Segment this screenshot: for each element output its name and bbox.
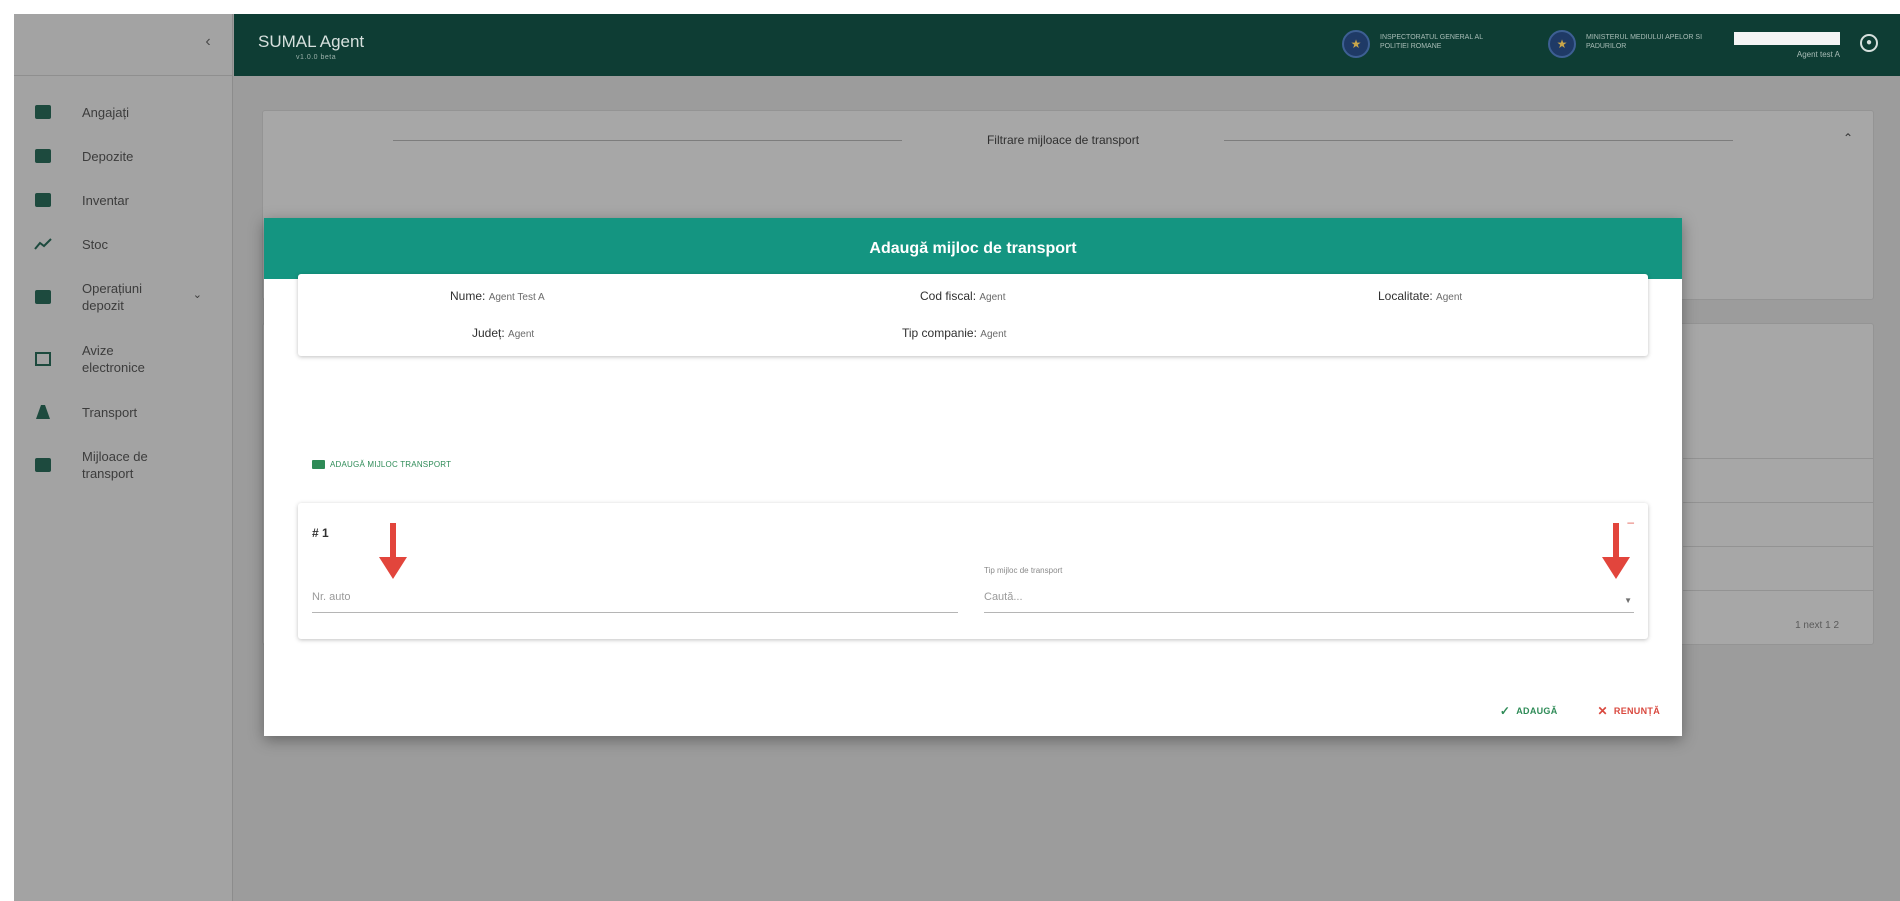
user-name-redacted: [1734, 32, 1840, 45]
divider: [1683, 502, 1873, 503]
entry-number: # 1: [312, 526, 329, 540]
account-icon[interactable]: ●: [1860, 34, 1878, 52]
sidebar-item-label: Stoc: [82, 236, 109, 252]
filter-title: Filtrare mijloace de transport: [972, 133, 1154, 147]
add-vehicle-link-label: ADAUGĂ MIJLOC TRANSPORT: [330, 460, 452, 469]
sidebar-item-angajati[interactable]: Angajați: [14, 90, 232, 134]
vehicle-type-placeholder: Caută...: [984, 591, 1023, 603]
sidebar-item-label: Mijloace de transport: [82, 449, 148, 481]
sidebar-item-label: Depozite: [82, 148, 134, 164]
trend-icon: [34, 236, 52, 252]
vehicle-type-label: Tip mijloc de transport: [984, 566, 1063, 575]
app-version: v1.0.0 beta: [296, 54, 337, 61]
sidebar-item-label: Operațiuni depozit: [82, 281, 142, 313]
chevron-down-icon[interactable]: ⌄: [193, 288, 202, 301]
divider: [1683, 590, 1873, 591]
company-type-label: Tip companie:: [902, 326, 977, 340]
sidebar-item-avize-electronice[interactable]: Avize electronice: [14, 328, 232, 390]
top-bar: SUMAL Agent v1.0.0 beta ★ INSPECTORATUL …: [234, 14, 1900, 76]
filter-title-row: Filtrare mijloace de transport: [393, 133, 1733, 147]
check-icon: ✓: [1499, 704, 1511, 718]
company-city-value: Agent: [1436, 292, 1463, 303]
sidebar-header: ‹: [14, 14, 232, 76]
company-info-card: Nume: Agent Test A Cod fiscal: Agent Loc…: [298, 274, 1648, 356]
remove-entry-button[interactable]: –: [1627, 515, 1634, 529]
company-cif: Cod fiscal: Agent: [920, 289, 1006, 303]
app-window: ‹ Angajați Depozite Inventar Stoc Operaț…: [14, 14, 1900, 901]
caret-down-icon[interactable]: ▼: [1624, 596, 1632, 605]
divider: [1683, 458, 1873, 459]
company-name-label: Nume:: [450, 289, 486, 303]
company-type-value: Agent: [980, 329, 1007, 340]
close-icon: ✕: [1597, 704, 1608, 718]
company-type: Tip companie: Agent: [902, 326, 1006, 340]
sidebar-item-stoc[interactable]: Stoc: [14, 222, 232, 266]
add-button-label: ADAUGĂ: [1516, 706, 1558, 716]
divider: [393, 140, 903, 141]
sidebar-item-inventar[interactable]: Inventar: [14, 178, 232, 222]
company-city: Localitate: Agent: [1378, 289, 1462, 303]
partner-name: INSPECTORATUL GENERAL AL POLITIEI ROMANE: [1380, 34, 1483, 50]
sidebar-item-label: Inventar: [82, 192, 129, 208]
add-vehicle-dialog: Adaugă mijloc de transport Nume: Agent T…: [264, 218, 1682, 736]
sidebar-item-mijloace-de-transport[interactable]: Mijloace de transport: [14, 434, 232, 496]
car-icon: [34, 457, 52, 473]
company-city-label: Localitate:: [1378, 289, 1433, 303]
briefcase-icon: [34, 104, 52, 120]
truck-icon: [312, 460, 325, 469]
pagination[interactable]: 1 next 1 2: [1795, 620, 1839, 631]
add-vehicle-link[interactable]: ADAUGĂ MIJLOC TRANSPORT: [312, 460, 451, 469]
sidebar-item-label: Transport: [82, 404, 138, 420]
dialog-header: Adaugă mijloc de transport: [264, 218, 1682, 279]
company-cif-value: Agent: [979, 292, 1006, 303]
dialog-title: Adaugă mijloc de transport: [869, 239, 1077, 257]
company-name: Nume: Agent Test A: [450, 289, 545, 303]
cancel-button-label: RENUNȚĂ: [1613, 706, 1660, 716]
inventory-icon: [34, 192, 52, 208]
company-county-label: Județ:: [472, 326, 505, 340]
company-county-value: Agent: [508, 329, 535, 340]
warehouse-icon: [34, 148, 52, 164]
sidebar-item-operatiuni-depozit[interactable]: Operațiuni depozit ⌄: [14, 266, 232, 328]
sidebar-item-transport[interactable]: Transport: [14, 390, 232, 434]
document-icon: [34, 351, 52, 367]
vehicle-entry-card: # 1 – Tip mijloc de transport Caută... ▼: [298, 503, 1648, 639]
plate-number-field: [312, 583, 958, 613]
company-name-value: Agent Test A: [488, 292, 545, 303]
user-role: Agent test A: [1796, 50, 1840, 59]
grid-icon: [34, 289, 52, 305]
divider: [1223, 140, 1733, 141]
vehicle-type-select[interactable]: Tip mijloc de transport Caută... ▼: [984, 566, 1634, 613]
divider: [1683, 546, 1873, 547]
cancel-button[interactable]: ✕ RENUNȚĂ: [1598, 704, 1660, 718]
add-button[interactable]: ✓ ADAUGĂ: [1500, 704, 1558, 718]
company-cif-label: Cod fiscal:: [920, 289, 977, 303]
plate-number-input[interactable]: [312, 583, 958, 611]
dialog-actions: ✓ ADAUGĂ ✕ RENUNȚĂ: [1500, 704, 1660, 718]
sidebar-item-label: Avize electronice: [82, 343, 145, 375]
sidebar-item-depozite[interactable]: Depozite: [14, 134, 232, 178]
sidebar: ‹ Angajați Depozite Inventar Stoc Operaț…: [14, 14, 233, 901]
partner-name: MINISTERUL MEDIULUI APELOR SI PADURILOR: [1586, 34, 1703, 50]
company-county: Județ: Agent: [472, 326, 534, 340]
police-logo-icon: ★: [1342, 30, 1370, 58]
road-icon: [34, 404, 52, 420]
sidebar-nav: Angajați Depozite Inventar Stoc Operațiu…: [14, 76, 232, 496]
chevron-up-icon[interactable]: ⌃: [1843, 131, 1853, 145]
ministry-logo-icon: ★: [1548, 30, 1576, 58]
sidebar-item-label: Angajați: [82, 104, 129, 120]
collapse-sidebar-icon[interactable]: ‹: [198, 32, 218, 52]
app-title[interactable]: SUMAL Agent: [258, 32, 364, 52]
